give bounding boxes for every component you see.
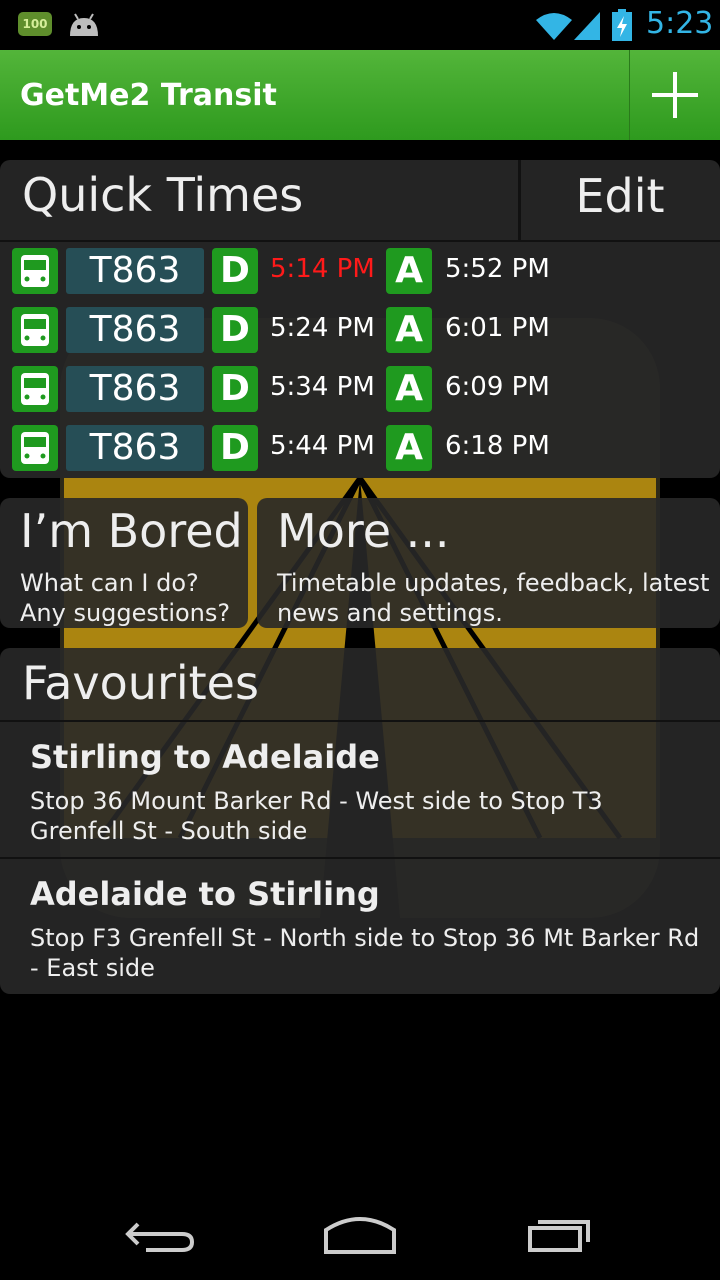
favourite-item[interactable]: Adelaide to Stirling Stop F3 Grenfell St… bbox=[0, 875, 720, 993]
arrive-time: 6:18 PM bbox=[445, 431, 550, 461]
more-subtitle: Timetable updates, feedback, latest news… bbox=[277, 568, 709, 628]
plus-icon bbox=[652, 72, 698, 118]
quick-time-row[interactable]: T863 D 5:44 PM A 6:18 PM bbox=[0, 421, 720, 477]
more-title: More ... bbox=[277, 504, 450, 558]
im-bored-line-2: Any suggestions? bbox=[20, 599, 231, 627]
favourite-name: Stirling to Adelaide bbox=[30, 738, 380, 776]
quick-times-title: Quick Times bbox=[22, 168, 304, 222]
quick-time-row[interactable]: T863 D 5:24 PM A 6:01 PM bbox=[0, 303, 720, 359]
route-number: T863 bbox=[66, 366, 204, 412]
favourites-card: Favourites Stirling to Adelaide Stop 36 … bbox=[0, 648, 720, 994]
bus-icon bbox=[12, 307, 58, 353]
depart-badge: D bbox=[212, 307, 258, 353]
route-number: T863 bbox=[66, 248, 204, 294]
recents-icon[interactable] bbox=[500, 1204, 620, 1264]
divider bbox=[0, 720, 720, 722]
back-icon[interactable] bbox=[100, 1204, 220, 1264]
favourite-name: Adelaide to Stirling bbox=[30, 875, 380, 913]
add-button[interactable] bbox=[630, 50, 720, 140]
clock: 5:23 bbox=[646, 6, 714, 41]
favourite-description: Stop F3 Grenfell St - North side to Stop… bbox=[30, 924, 700, 982]
depart-badge: D bbox=[212, 425, 258, 471]
arrive-badge: A bbox=[386, 307, 432, 353]
favourite-description: Stop 36 Mount Barker Rd - West side to S… bbox=[30, 787, 603, 845]
divider bbox=[0, 857, 720, 859]
im-bored-subtitle: What can I do? Any suggestions? bbox=[20, 568, 230, 628]
app-title: GetMe2 Transit bbox=[20, 78, 277, 113]
more-line-1: Timetable updates, feedback, latest bbox=[277, 569, 710, 597]
depart-time: 5:34 PM bbox=[270, 372, 375, 402]
quick-time-row[interactable]: T863 D 5:14 PM A 5:52 PM bbox=[0, 244, 720, 300]
arrive-time: 5:52 PM bbox=[445, 254, 550, 284]
arrive-badge: A bbox=[386, 248, 432, 294]
im-bored-line-1: What can I do? bbox=[20, 569, 199, 597]
im-bored-title: I’m Bored bbox=[20, 504, 243, 558]
depart-badge: D bbox=[212, 366, 258, 412]
im-bored-button[interactable]: I’m Bored What can I do? Any suggestions… bbox=[0, 498, 248, 628]
arrive-time: 6:09 PM bbox=[445, 372, 550, 402]
more-button[interactable]: More ... Timetable updates, feedback, la… bbox=[257, 498, 720, 628]
wifi-icon bbox=[536, 13, 572, 40]
bus-icon bbox=[12, 366, 58, 412]
divider bbox=[0, 240, 720, 242]
battery-charging-icon bbox=[612, 9, 632, 41]
favourite-item[interactable]: Stirling to Adelaide Stop 36 Mount Barke… bbox=[0, 738, 720, 856]
signal-icon bbox=[574, 12, 600, 40]
favourites-title: Favourites bbox=[22, 656, 259, 710]
arrive-badge: A bbox=[386, 366, 432, 412]
navigation-bar bbox=[0, 1184, 720, 1280]
quick-time-row[interactable]: T863 D 5:34 PM A 6:09 PM bbox=[0, 362, 720, 418]
status-bar: 100 5:23 bbox=[0, 0, 720, 50]
route-number: T863 bbox=[66, 425, 204, 471]
quick-times-card: Quick Times Edit T863 D 5:14 PM A 5:52 P… bbox=[0, 160, 720, 478]
android-icon bbox=[70, 13, 98, 36]
arrive-time: 6:01 PM bbox=[445, 313, 550, 343]
action-bar: GetMe2 Transit bbox=[0, 50, 720, 140]
depart-time: 5:24 PM bbox=[270, 313, 375, 343]
battery-badge-icon: 100 bbox=[18, 12, 52, 36]
route-number: T863 bbox=[66, 307, 204, 353]
depart-time: 5:14 PM bbox=[270, 254, 375, 284]
arrive-badge: A bbox=[386, 425, 432, 471]
bus-icon bbox=[12, 425, 58, 471]
bus-icon bbox=[12, 248, 58, 294]
more-line-2: news and settings. bbox=[277, 599, 503, 627]
depart-badge: D bbox=[212, 248, 258, 294]
depart-time: 5:44 PM bbox=[270, 431, 375, 461]
home-icon[interactable] bbox=[300, 1204, 420, 1264]
edit-button[interactable]: Edit bbox=[520, 160, 720, 240]
